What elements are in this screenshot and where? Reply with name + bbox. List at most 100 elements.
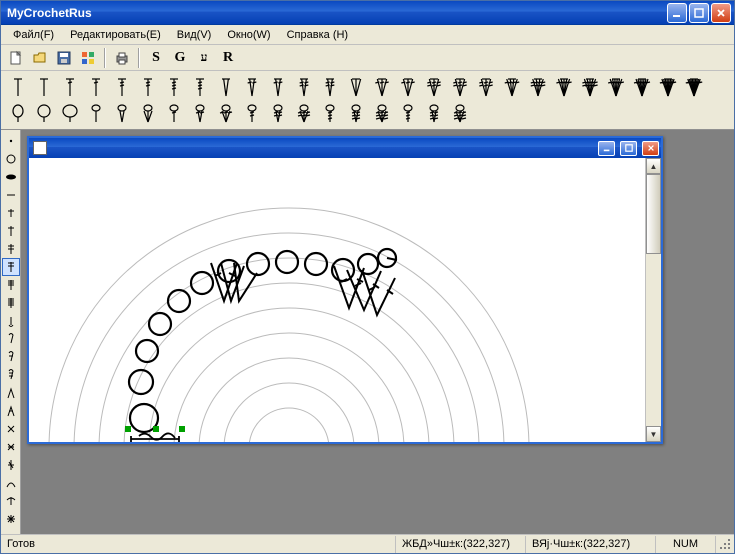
- doc-close-button[interactable]: [642, 141, 659, 156]
- stitch-v-0[interactable]: [5, 74, 31, 100]
- doc-minimize-button[interactable]: [598, 141, 615, 156]
- stitch-v-17[interactable]: [447, 74, 473, 100]
- stitch-v-2[interactable]: [57, 74, 83, 100]
- side-tool-0[interactable]: [2, 132, 20, 150]
- scroll-up-button[interactable]: ▲: [646, 158, 661, 174]
- stitch-v-19[interactable]: [499, 74, 525, 100]
- side-tool-2[interactable]: [2, 168, 20, 186]
- stitch-v-10[interactable]: [265, 74, 291, 100]
- side-tool-8[interactable]: [2, 276, 20, 294]
- stitch-misc-17[interactable]: [447, 100, 473, 126]
- side-tool-7[interactable]: [2, 258, 20, 276]
- selection-handle-ne[interactable]: [179, 426, 185, 432]
- stitch-misc-1[interactable]: [31, 100, 57, 126]
- stitch-misc-0[interactable]: [5, 100, 31, 126]
- stitch-misc-8[interactable]: [213, 100, 239, 126]
- stitch-v-3[interactable]: [83, 74, 109, 100]
- new-button[interactable]: [5, 47, 27, 69]
- scroll-thumb[interactable]: [646, 174, 661, 254]
- stitch-misc-13[interactable]: [343, 100, 369, 126]
- stitch-v-18[interactable]: [473, 74, 499, 100]
- stitch-v-13[interactable]: [343, 74, 369, 100]
- stitch-v-22[interactable]: [577, 74, 603, 100]
- side-tool-1[interactable]: [2, 150, 20, 168]
- menu-window[interactable]: Окно(W): [219, 27, 278, 43]
- maximize-button[interactable]: [689, 3, 709, 23]
- side-tool-10[interactable]: [2, 312, 20, 330]
- stitch-v-20[interactable]: [525, 74, 551, 100]
- stitch-v-25[interactable]: [655, 74, 681, 100]
- side-tool-6[interactable]: [2, 240, 20, 258]
- color-button[interactable]: [77, 47, 99, 69]
- side-tool-3[interactable]: [2, 186, 20, 204]
- minimize-button[interactable]: [667, 3, 687, 23]
- side-tool-17[interactable]: [2, 438, 20, 456]
- text-btn-r[interactable]: R: [217, 47, 239, 69]
- stitch-v-7[interactable]: [187, 74, 213, 100]
- stitch-misc-14[interactable]: [369, 100, 395, 126]
- stitch-misc-10[interactable]: [265, 100, 291, 126]
- stitch-v-14[interactable]: [369, 74, 395, 100]
- stitch-v-26[interactable]: [681, 74, 707, 100]
- stitch-v-11[interactable]: [291, 74, 317, 100]
- stitch-v-4[interactable]: [109, 74, 135, 100]
- stitch-v-8[interactable]: [213, 74, 239, 100]
- side-tool-13[interactable]: [2, 366, 20, 384]
- app-title: MyCrochetRus: [7, 6, 665, 20]
- side-tool-19[interactable]: [2, 474, 20, 492]
- side-tool-11[interactable]: [2, 330, 20, 348]
- stitch-misc-15[interactable]: [395, 100, 421, 126]
- print-button[interactable]: [111, 47, 133, 69]
- stitch-misc-4[interactable]: [109, 100, 135, 126]
- menu-help[interactable]: Справка (H): [279, 27, 356, 43]
- stitch-v-16[interactable]: [421, 74, 447, 100]
- stitch-misc-7[interactable]: [187, 100, 213, 126]
- stitch-misc-11[interactable]: [291, 100, 317, 126]
- menu-file[interactable]: Файл(F): [5, 27, 62, 43]
- menu-edit[interactable]: Редактировать(E): [62, 27, 169, 43]
- stitch-misc-12[interactable]: [317, 100, 343, 126]
- stitch-v-21[interactable]: [551, 74, 577, 100]
- resize-grip[interactable]: [716, 535, 734, 553]
- stitch-v-5[interactable]: [135, 74, 161, 100]
- text-btn-uc[interactable]: ע: [193, 47, 215, 69]
- stitch-v-15[interactable]: [395, 74, 421, 100]
- stitch-v-24[interactable]: [629, 74, 655, 100]
- stitch-misc-9[interactable]: [239, 100, 265, 126]
- stitch-misc-16[interactable]: [421, 100, 447, 126]
- side-tool-21[interactable]: [2, 510, 20, 528]
- document-titlebar[interactable]: [29, 138, 661, 158]
- stitch-misc-2[interactable]: [57, 100, 83, 126]
- menu-view[interactable]: Вид(V): [169, 27, 220, 43]
- close-button[interactable]: [711, 3, 731, 23]
- scroll-track[interactable]: [646, 174, 661, 426]
- side-tool-4[interactable]: [2, 204, 20, 222]
- side-tool-14[interactable]: [2, 384, 20, 402]
- scroll-down-button[interactable]: ▼: [646, 426, 661, 442]
- stitch-v-6[interactable]: [161, 74, 187, 100]
- stitch-misc-3[interactable]: [83, 100, 109, 126]
- vertical-scrollbar[interactable]: ▲ ▼: [645, 158, 661, 442]
- side-tool-18[interactable]: [2, 456, 20, 474]
- side-tool-5[interactable]: [2, 222, 20, 240]
- stitch-misc-6[interactable]: [161, 100, 187, 126]
- selection-handle-nw[interactable]: [125, 426, 131, 432]
- side-tool-9[interactable]: [2, 294, 20, 312]
- canvas[interactable]: [29, 158, 645, 442]
- stitch-misc-5[interactable]: [135, 100, 161, 126]
- save-button[interactable]: [53, 47, 75, 69]
- stitch-v-1[interactable]: [31, 74, 57, 100]
- text-btn-g[interactable]: G: [169, 47, 191, 69]
- stitch-v-9[interactable]: [239, 74, 265, 100]
- doc-maximize-button[interactable]: [620, 141, 637, 156]
- text-btn-s[interactable]: S: [145, 47, 167, 69]
- selection-handle-n[interactable]: [153, 426, 159, 432]
- open-button[interactable]: [29, 47, 51, 69]
- stitch-v-12[interactable]: [317, 74, 343, 100]
- side-tool-20[interactable]: [2, 492, 20, 510]
- stitch-v-23[interactable]: [603, 74, 629, 100]
- side-tool-12[interactable]: [2, 348, 20, 366]
- document-body: ▲ ▼: [29, 158, 661, 442]
- side-tool-15[interactable]: [2, 402, 20, 420]
- side-tool-16[interactable]: [2, 420, 20, 438]
